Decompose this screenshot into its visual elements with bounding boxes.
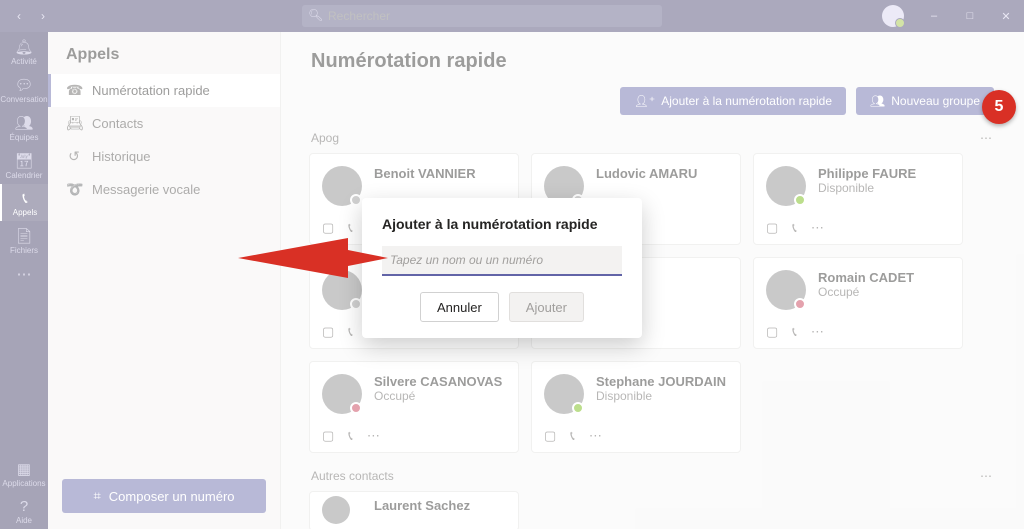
dialog-cancel-button[interactable]: Annuler (420, 292, 499, 322)
annotation-step-badge: 5 (982, 90, 1016, 124)
add-speed-dial-dialog: Ajouter à la numérotation rapide Annuler… (362, 198, 642, 338)
dialog-title: Ajouter à la numérotation rapide (382, 216, 622, 232)
dialog-name-input[interactable] (382, 246, 622, 276)
dialog-confirm-button: Ajouter (509, 292, 584, 322)
